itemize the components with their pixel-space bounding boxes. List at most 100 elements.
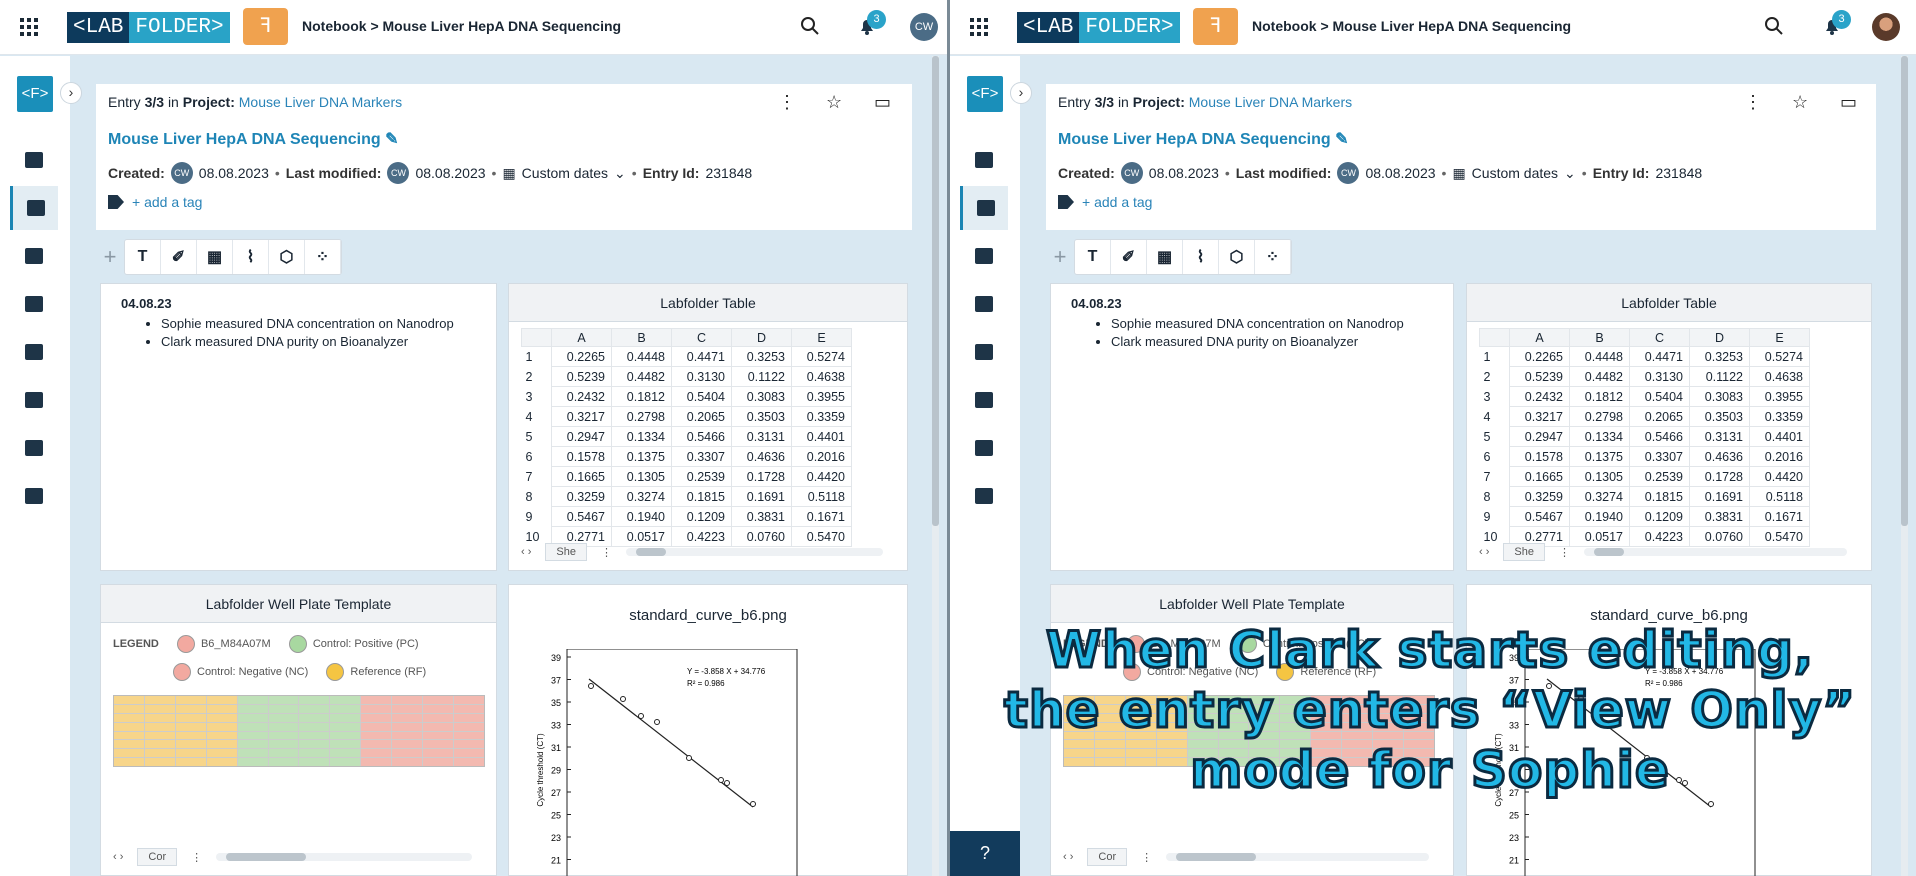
spreadsheet[interactable]: ABCDE 1 0.2265 0.4448 0.4471 0.3253 0.5274 2 0.…	[521, 328, 852, 547]
table-cell[interactable]: 0.5118	[791, 486, 852, 507]
well[interactable]	[392, 696, 423, 704]
table-cell[interactable]: 0.2432	[551, 386, 612, 407]
well[interactable]	[114, 758, 144, 766]
table-row[interactable]: 1 0.2265 0.4448 0.4471 0.3253 0.5274	[1479, 346, 1810, 367]
table-cell[interactable]: 0.4401	[1749, 426, 1810, 447]
well[interactable]	[423, 758, 454, 766]
table-cell[interactable]: 0.1209	[1629, 506, 1690, 527]
well[interactable]	[361, 704, 392, 713]
well[interactable]	[330, 731, 361, 740]
table-row[interactable]: 9 0.5467 0.1940 0.1209 0.3831 0.1671	[1479, 506, 1810, 527]
entry-title[interactable]: Mouse Liver HepA DNA Sequencing ✎	[1058, 129, 1349, 149]
well[interactable]	[237, 696, 268, 704]
table-cell[interactable]: 0.3307	[1629, 446, 1690, 467]
well[interactable]	[114, 731, 144, 740]
table-cell[interactable]: 0.1578	[551, 446, 612, 467]
well[interactable]	[423, 704, 454, 713]
table-cell[interactable]: 0.3083	[1689, 386, 1750, 407]
well[interactable]	[361, 758, 392, 766]
table-cell[interactable]: 0.4471	[671, 346, 732, 367]
well[interactable]	[175, 740, 206, 749]
table-cell[interactable]: 0.2016	[791, 446, 852, 467]
well[interactable]	[206, 722, 237, 731]
sidebar-item-import[interactable]	[960, 282, 1008, 326]
well[interactable]	[454, 740, 484, 749]
well[interactable]	[299, 758, 330, 766]
table-row[interactable]: 4 0.3217 0.2798 0.2065 0.3503 0.3359	[1479, 406, 1810, 427]
table-cell[interactable]: 0.4448	[611, 346, 672, 367]
well[interactable]	[423, 731, 454, 740]
table-cell[interactable]: 0.3503	[731, 406, 792, 427]
table-cell[interactable]: 0.5467	[551, 506, 612, 527]
well[interactable]	[144, 731, 175, 740]
table-cell[interactable]: 0.5466	[671, 426, 732, 447]
table-cell[interactable]: 0.2065	[671, 406, 732, 427]
table-row[interactable]: 5 0.2947 0.1334 0.5466 0.3131 0.4401	[521, 426, 852, 447]
table-cell[interactable]: 0.4638	[791, 366, 852, 387]
sidebar-item-apps[interactable]	[960, 378, 1008, 422]
table-cell[interactable]: 0.1665	[1509, 466, 1570, 487]
well[interactable]	[175, 758, 206, 766]
well[interactable]	[299, 740, 330, 749]
well[interactable]	[144, 740, 175, 749]
table-row[interactable]: 9 0.5467 0.1940 0.1209 0.3831 0.1671	[521, 506, 852, 527]
sketch-tool-icon[interactable]: ✐	[1111, 240, 1147, 274]
well[interactable]	[392, 731, 423, 740]
table-row[interactable]: 8 0.3259 0.3274 0.1815 0.1691 0.5118	[521, 486, 852, 507]
user-avatar[interactable]: CW	[910, 13, 938, 41]
well[interactable]	[206, 713, 237, 722]
star-icon[interactable]: ☆	[1792, 92, 1808, 113]
well[interactable]	[237, 713, 268, 722]
well[interactable]	[114, 696, 144, 704]
table-cell[interactable]: 0.1122	[731, 366, 792, 387]
more-options-icon[interactable]: ⋮	[778, 92, 796, 113]
table-cell[interactable]: 0.5118	[1749, 486, 1810, 507]
well[interactable]	[206, 740, 237, 749]
table-cell[interactable]: 0.3259	[1509, 486, 1570, 507]
well[interactable]	[144, 704, 175, 713]
well[interactable]	[206, 731, 237, 740]
table-cell[interactable]: 0.3253	[731, 346, 792, 367]
well[interactable]	[423, 722, 454, 731]
well[interactable]	[330, 696, 361, 704]
well[interactable]	[454, 758, 484, 766]
custom-dates-dropdown[interactable]: Custom dates	[1472, 165, 1558, 181]
table-cell[interactable]: 0.1578	[1509, 446, 1570, 467]
well[interactable]	[361, 713, 392, 722]
well[interactable]	[423, 749, 454, 758]
table-cell[interactable]: 0.3274	[1569, 486, 1630, 507]
well[interactable]	[206, 704, 237, 713]
table-cell[interactable]: 0.1812	[611, 386, 672, 407]
table-cell[interactable]: 0.4636	[731, 446, 792, 467]
well[interactable]	[268, 722, 299, 731]
table-row[interactable]: 8 0.3259 0.3274 0.1815 0.1691 0.5118	[1479, 486, 1810, 507]
well[interactable]	[206, 758, 237, 766]
well[interactable]	[423, 740, 454, 749]
add-tag-link[interactable]: + add a tag	[108, 194, 202, 210]
table-cell[interactable]: 0.3083	[731, 386, 792, 407]
table-cell[interactable]: 0.1728	[731, 466, 792, 487]
well[interactable]	[330, 740, 361, 749]
well[interactable]	[299, 713, 330, 722]
image-element[interactable]: standard_curve_b6.png 39 37 35 33 31 29 27 25 23…	[508, 584, 908, 876]
sketch-tool-icon[interactable]: ✐	[161, 240, 197, 274]
table-cell[interactable]: 0.2798	[611, 406, 672, 427]
star-icon[interactable]: ☆	[826, 92, 842, 113]
well[interactable]	[175, 704, 206, 713]
table-cell[interactable]: 0.4420	[1749, 466, 1810, 487]
table-tool-icon[interactable]: ▦	[197, 240, 233, 274]
table-cell[interactable]: 0.2265	[551, 346, 612, 367]
table-cell[interactable]: 0.3955	[1749, 386, 1810, 407]
well[interactable]	[299, 722, 330, 731]
table-cell[interactable]: 0.3274	[611, 486, 672, 507]
search-icon[interactable]	[1764, 16, 1784, 36]
sidebar-collapse-button[interactable]: ›	[1010, 82, 1032, 104]
well[interactable]	[361, 731, 392, 740]
table-cell[interactable]: 0.1691	[731, 486, 792, 507]
labfolder-logo[interactable]: <LAB FOLDER>	[1017, 12, 1180, 43]
sidebar-item-templates[interactable]	[10, 234, 58, 278]
table-cell[interactable]: 0.5467	[1509, 506, 1570, 527]
table-cell[interactable]: 0.4471	[1629, 346, 1690, 367]
attachment-tool-icon[interactable]: ⌇	[1183, 240, 1219, 274]
well[interactable]	[454, 749, 484, 758]
